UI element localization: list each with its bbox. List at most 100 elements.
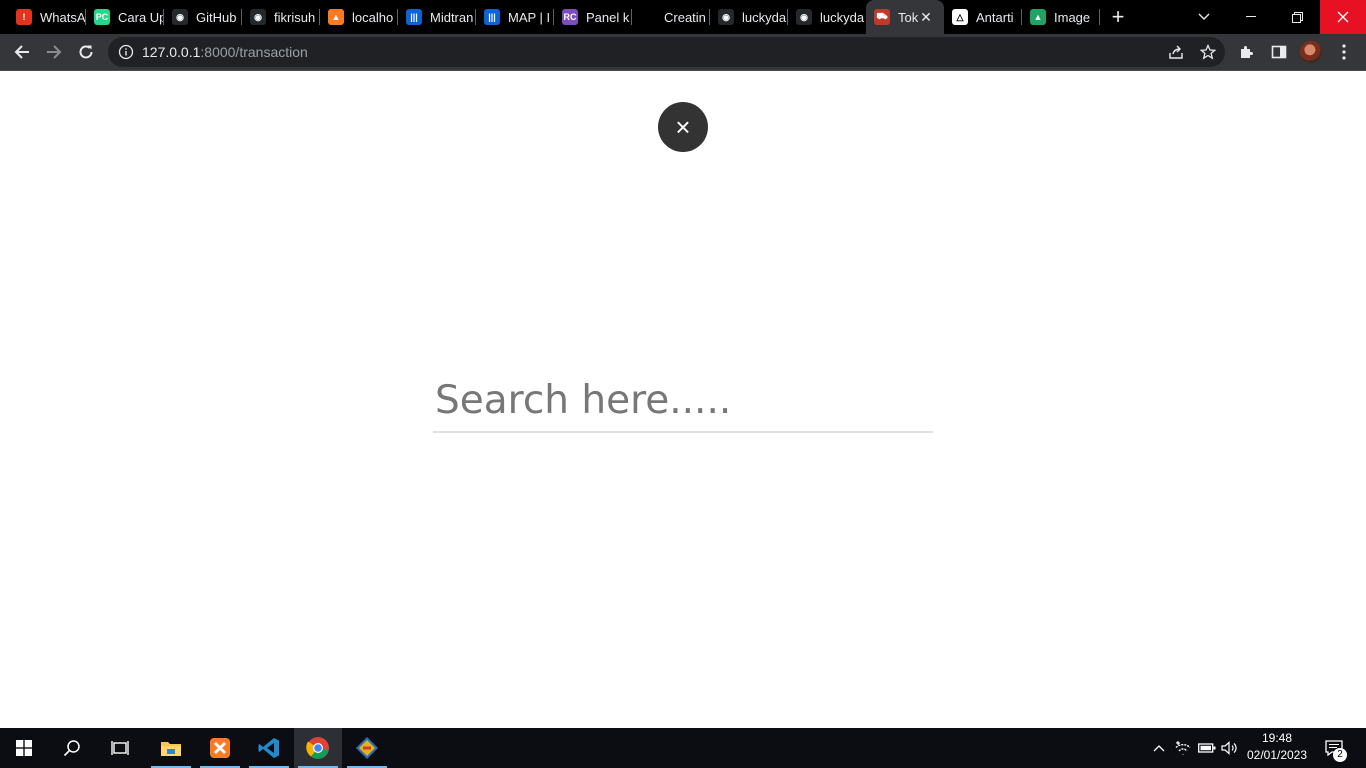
antarti-icon: △ [952,9,968,25]
browser-tab[interactable]: ⛟ Tok ✕ [866,0,944,34]
browser-menu-button[interactable] [1332,40,1356,64]
close-search-button[interactable]: × [658,102,708,152]
vscode-taskbar-app[interactable] [245,728,293,768]
browser-tab[interactable]: ! WhatsA [8,0,86,34]
chrome-taskbar-app[interactable] [294,728,342,768]
tab-title: Midtran [430,9,474,25]
close-window-button[interactable] [1320,0,1366,34]
side-panel-icon [1271,45,1287,59]
page-content: × [0,71,1366,728]
browser-tab[interactable]: ▲ localho [320,0,398,34]
browser-tab-strip: ! WhatsA PC Cara Up ◉ GitHub ◉ fikrisuh ▲ localho… [0,0,1366,34]
tab-search-button[interactable] [1181,0,1227,34]
browser-tab[interactable]: ◉ luckyda [710,0,788,34]
share-button[interactable] [1164,40,1188,64]
system-clock[interactable]: 19:48 02/01/2023 [1240,730,1314,766]
browser-tab[interactable]: ||| MAP | I [476,0,554,34]
tab-separator [1099,9,1100,25]
site-info-icon[interactable] [118,44,134,60]
new-tab-button[interactable]: + [1107,6,1129,28]
volume-button[interactable] [1219,728,1241,768]
tab-title: Image [1054,9,1091,25]
tab-title: MAP | I [508,9,551,25]
browser-tab[interactable]: Creatin [632,0,710,34]
battery-status-button[interactable] [1196,728,1218,768]
tab-title: GitHub [196,9,237,25]
browser-tab[interactable]: ◉ fikrisuh [242,0,320,34]
show-hidden-icons-button[interactable] [1148,728,1170,768]
restore-button[interactable] [1274,0,1320,34]
arrow-left-icon [14,45,29,59]
github-icon: ◉ [172,9,188,25]
chevron-up-icon [1153,745,1165,752]
url-text[interactable]: 127.0.0.1:8000/transaction [142,44,308,60]
midtrans-icon: ||| [484,9,500,25]
close-icon [1337,11,1349,23]
share-icon [1169,45,1183,59]
browser-tab[interactable]: ||| Midtran [398,0,476,34]
xampp-icon [210,738,230,758]
minimize-button[interactable] [1228,0,1274,34]
xampp-icon: ▲ [328,9,344,25]
close-tab-icon[interactable]: ✕ [918,9,934,25]
tab-title: fikrisuh [274,9,316,25]
profile-avatar[interactable] [1300,41,1322,63]
arrow-right-icon [47,45,62,59]
github-icon: ◉ [796,9,812,25]
address-bar[interactable]: 127.0.0.1:8000/transaction [108,37,1225,67]
folder-icon [161,742,181,756]
task-view-icon [111,741,129,755]
url-host: 127.0.0.1 [142,44,201,60]
puzzle-icon [1241,46,1253,58]
extensions-button[interactable] [1235,40,1259,64]
browser-tab[interactable]: ◉ luckyda [788,0,866,34]
url-path: :8000/transaction [200,44,308,60]
bookmark-button[interactable] [1196,40,1220,64]
blank-page-icon [640,9,656,25]
github-icon: ◉ [250,9,266,25]
star-icon [1200,44,1216,60]
notification-count-badge: 2 [1333,748,1347,762]
tab-title: Tok [898,9,919,25]
browser-tab[interactable]: PC Cara Up [86,0,164,34]
search-input[interactable] [433,369,933,433]
action-center-button[interactable] [1320,728,1348,768]
reload-icon [79,45,93,59]
battery-icon [1198,743,1216,753]
forward-button[interactable] [42,40,66,64]
clock-time: 19:48 [1261,731,1293,745]
browser-tab[interactable]: ▲ Image [1022,0,1100,34]
chrome-icon [306,737,329,759]
midtrans-icon: ||| [406,9,422,25]
task-view-button[interactable] [96,728,144,768]
wifi-status-button[interactable] [1172,728,1194,768]
restore-icon [1291,11,1303,23]
windows-logo-icon [16,740,32,756]
tab-title: Cara Up [118,9,164,25]
github-icon: ◉ [718,9,734,25]
tab-title: localho [352,9,394,25]
tab-title: luckyda [742,9,787,25]
search-taskbar-button[interactable] [48,728,96,768]
browser-tab[interactable]: RC Panel k [554,0,632,34]
git-gui-taskbar-app[interactable] [343,728,391,768]
clock-date: 02/01/2023 [1246,748,1308,762]
more-vert-icon [1342,44,1346,60]
tab-title: Creatin [664,9,706,25]
store-icon: ⛟ [874,9,890,25]
browser-tab[interactable]: ◉ GitHub [164,0,242,34]
windows-taskbar: 19:48 02/01/2023 2 [0,728,1366,768]
xampp-taskbar-app[interactable] [196,728,244,768]
rc-icon: RC [562,9,578,25]
pycharm-icon: PC [94,9,110,25]
side-panel-button[interactable] [1267,40,1291,64]
vscode-icon [258,738,279,758]
back-button[interactable] [10,40,34,64]
speaker-icon [1221,741,1237,755]
whatsapp-icon: ! [16,9,32,25]
file-explorer-taskbar-app[interactable] [147,728,195,768]
browser-tab[interactable]: △ Antarti [944,0,1022,34]
start-button[interactable] [0,728,48,768]
reload-button[interactable] [74,40,98,64]
wifi-icon [1175,741,1191,755]
